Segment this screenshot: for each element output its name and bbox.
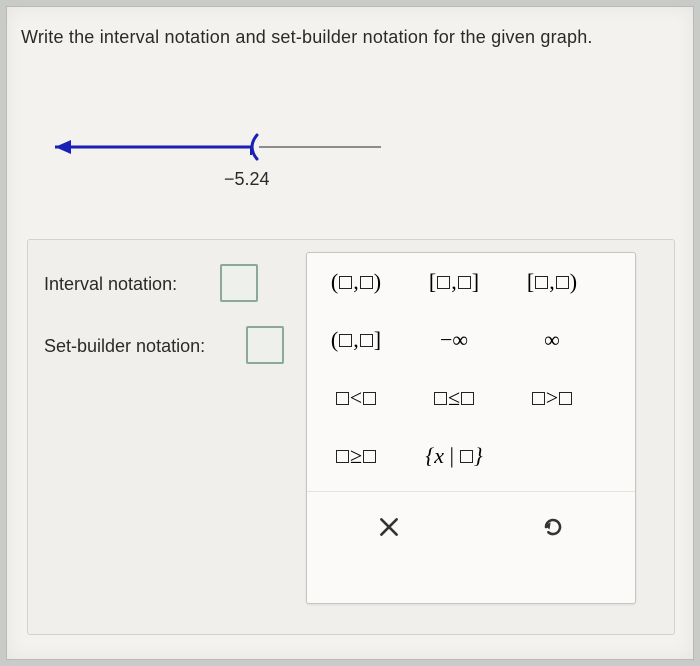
palette-row-1: (,) [,] [,) [307,253,635,311]
template-greater-equal[interactable]: ≥ [321,436,391,476]
number-line-graphic [41,127,401,167]
palette-row-3: < ≤ > [307,369,635,427]
setbuilder-label: Set-builder notation: [44,336,205,357]
interval-label: Interval notation: [44,274,177,295]
number-line: −5.24 [41,127,401,187]
setbuilder-answer-input[interactable] [246,326,284,364]
interval-answer-input[interactable] [220,264,258,302]
x-icon [376,514,402,540]
palette-row-2: (,] −∞ ∞ [307,311,635,369]
clear-button[interactable] [359,503,419,551]
symbol-palette: (,) [,] [,) (,] −∞ ∞ < ≤ > ≥ {x | } [306,252,636,604]
undo-icon [539,513,567,541]
template-open-open[interactable]: (,) [321,262,391,302]
template-closed-open[interactable]: [,) [517,262,587,302]
template-closed-closed[interactable]: [,] [419,262,489,302]
template-open-closed[interactable]: (,] [321,320,391,360]
answer-panel: Interval notation: Set-builder notation:… [27,239,675,635]
question-prompt: Write the interval notation and set-buil… [21,27,593,48]
template-greater-than[interactable]: > [517,378,587,418]
tick-value: −5.24 [224,169,270,190]
worksheet-sheet: Write the interval notation and set-buil… [6,6,694,660]
undo-button[interactable] [523,503,583,551]
template-less-than[interactable]: < [321,378,391,418]
template-set-builder[interactable]: {x | } [419,436,489,476]
template-less-equal[interactable]: ≤ [419,378,489,418]
palette-row-4: ≥ {x | } [307,427,635,485]
pos-infinity-button[interactable]: ∞ [517,320,587,360]
neg-infinity-button[interactable]: −∞ [419,320,489,360]
palette-actions [307,491,635,561]
